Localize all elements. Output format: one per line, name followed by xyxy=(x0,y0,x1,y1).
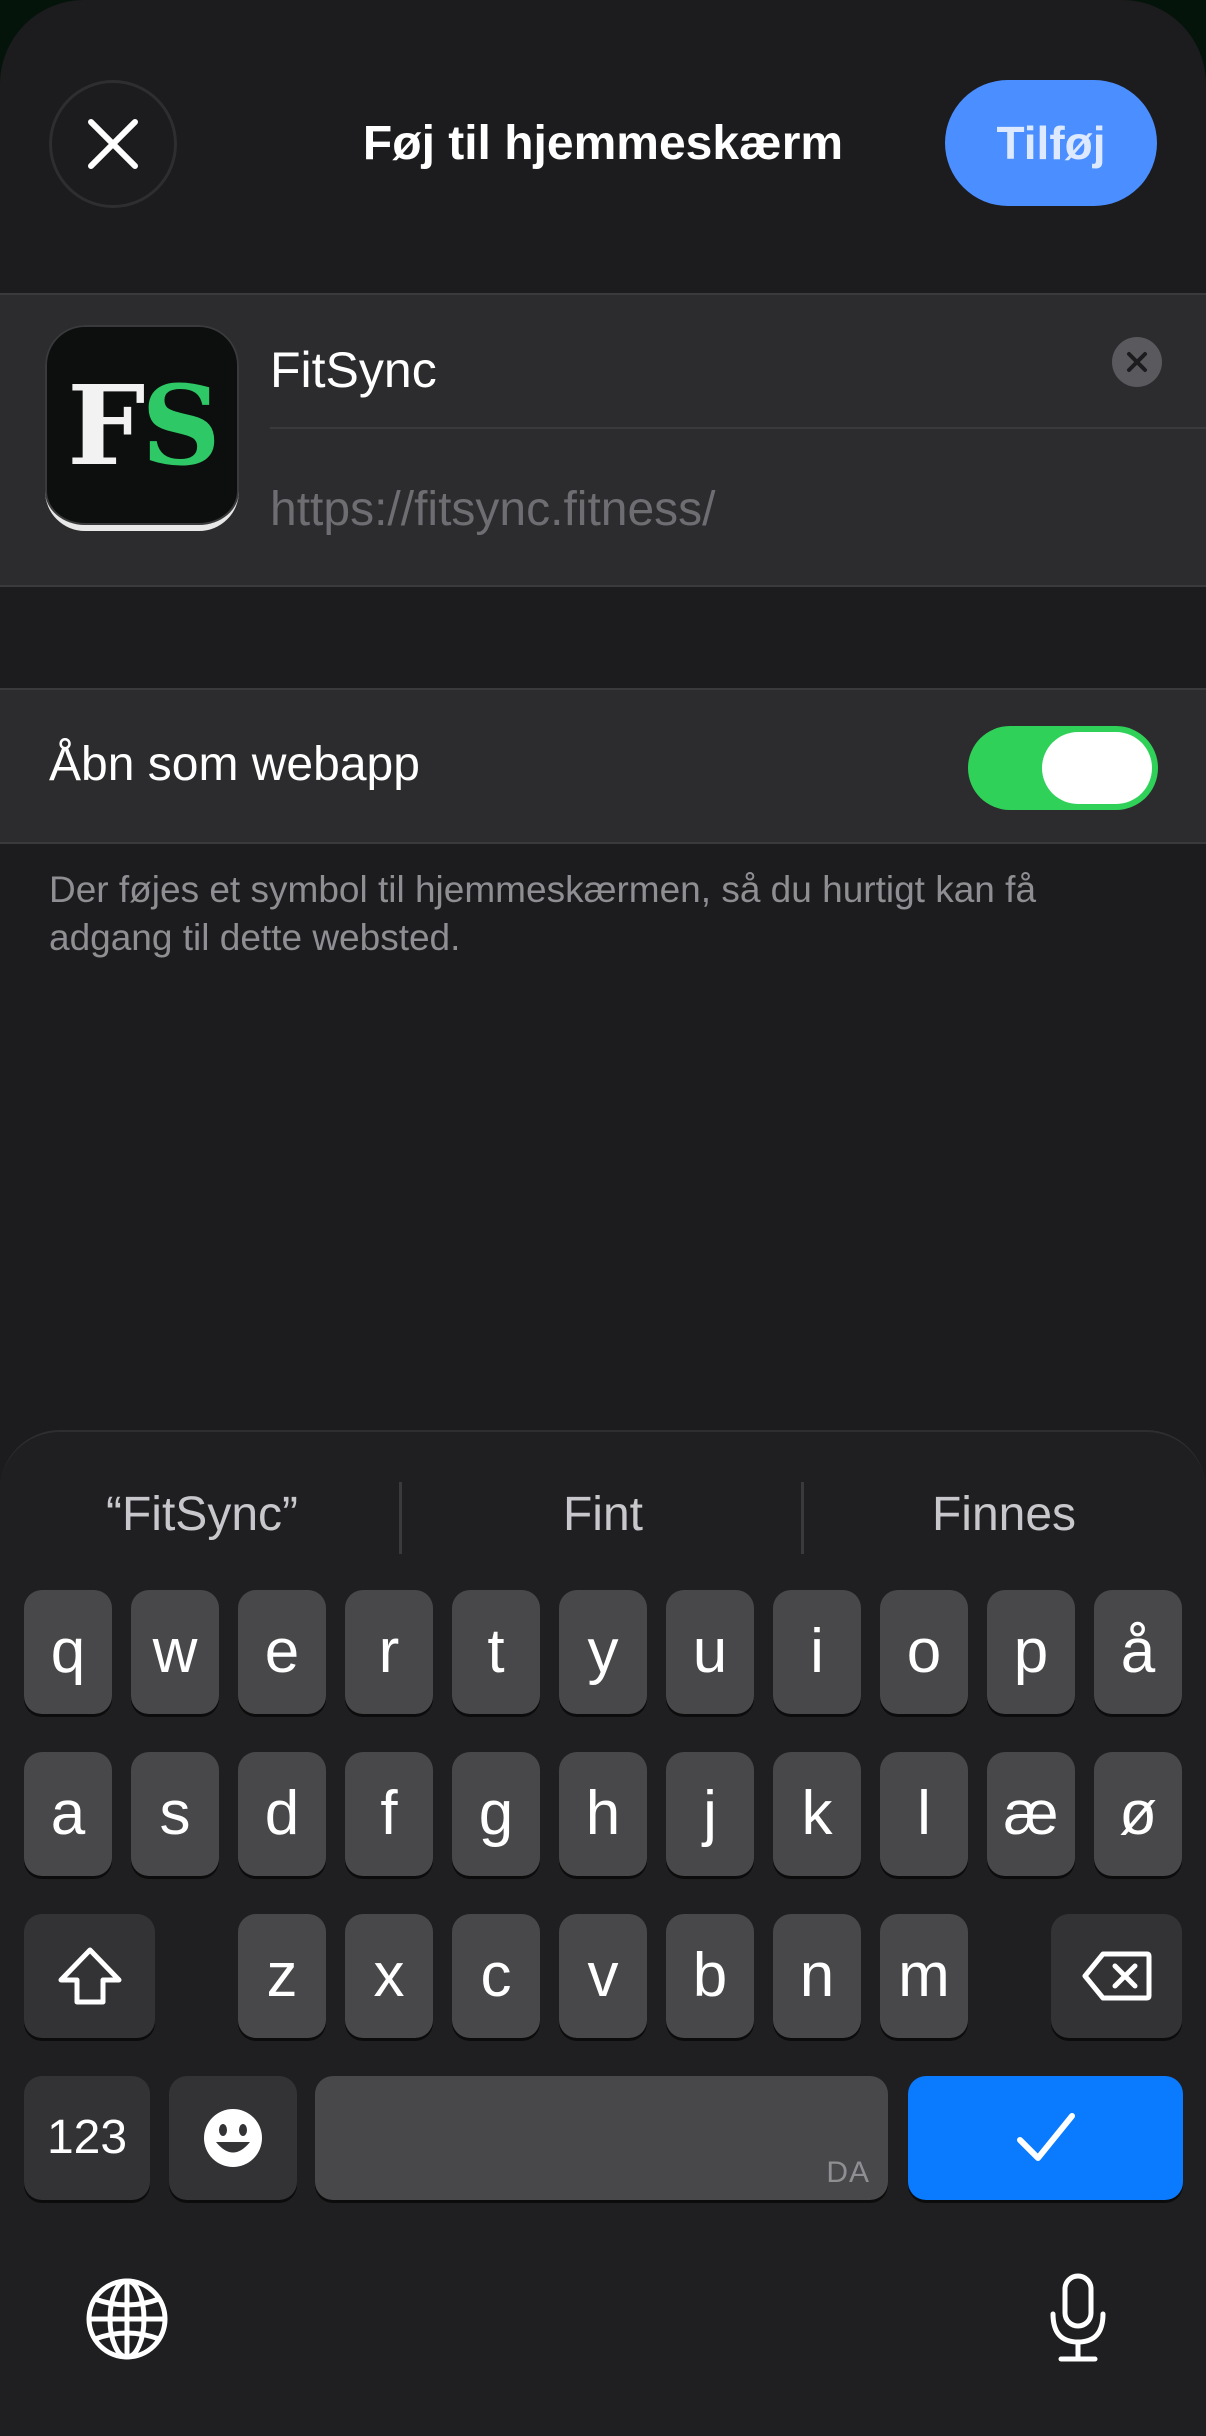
bookmark-details-card: FS FitSync https://fitsync.fitness/ xyxy=(0,293,1206,587)
key[interactable]: w xyxy=(131,1590,219,1714)
key[interactable]: c xyxy=(452,1914,540,2038)
done-key[interactable] xyxy=(908,2076,1183,2200)
key[interactable]: æ xyxy=(987,1752,1075,1876)
add-button[interactable]: Tilføj xyxy=(945,80,1157,206)
emoji-key[interactable] xyxy=(169,2076,297,2200)
key[interactable]: a xyxy=(24,1752,112,1876)
backspace-icon xyxy=(1082,1951,1151,2001)
key[interactable]: g xyxy=(452,1752,540,1876)
shift-key[interactable] xyxy=(24,1914,155,2038)
globe-button[interactable] xyxy=(82,2274,172,2364)
clear-icon xyxy=(1127,352,1147,372)
numbers-key[interactable]: 123 xyxy=(24,2076,150,2200)
suggestion-item[interactable]: Finnes xyxy=(804,1470,1204,1560)
toggle-knob xyxy=(1042,732,1152,804)
key[interactable]: m xyxy=(880,1914,968,2038)
key[interactable]: r xyxy=(345,1590,433,1714)
checkmark-icon xyxy=(1016,2113,1075,2161)
footnote-text: Der føjes et symbol til hjemmeskærmen, s… xyxy=(49,869,1037,958)
key[interactable]: k xyxy=(773,1752,861,1876)
suggestion-divider xyxy=(399,1482,402,1554)
app-icon-letter-s: S xyxy=(141,360,220,490)
suggestion-item[interactable]: Fint xyxy=(403,1470,803,1560)
clear-text-button[interactable] xyxy=(1112,337,1162,387)
key[interactable]: x xyxy=(345,1914,433,2038)
backspace-key[interactable] xyxy=(1051,1914,1182,2038)
webapp-toggle[interactable] xyxy=(968,726,1158,810)
app-icon: FS xyxy=(45,325,239,531)
url-text: https://fitsync.fitness/ xyxy=(270,483,716,536)
microphone-button[interactable] xyxy=(1032,2268,1124,2368)
key[interactable]: ø xyxy=(1094,1752,1182,1876)
key[interactable]: z xyxy=(238,1914,326,2038)
key[interactable]: l xyxy=(880,1752,968,1876)
key[interactable]: q xyxy=(24,1590,112,1714)
microphone-icon xyxy=(1050,2273,1106,2362)
key[interactable]: j xyxy=(666,1752,754,1876)
suggestion-item[interactable]: “FitSync” xyxy=(2,1470,402,1560)
space-bar[interactable]: DA xyxy=(315,2076,888,2200)
key[interactable]: y xyxy=(559,1590,647,1714)
globe-icon xyxy=(86,2278,168,2360)
key[interactable]: h xyxy=(559,1752,647,1876)
emoji-icon xyxy=(204,2109,262,2167)
key[interactable]: i xyxy=(773,1590,861,1714)
key[interactable]: o xyxy=(880,1590,968,1714)
suggestion-bar: “FitSync” Fint Finnes xyxy=(0,1470,1206,1560)
webapp-label: Åbn som webapp xyxy=(49,738,420,791)
key[interactable]: t xyxy=(452,1590,540,1714)
app-icon-letter-f: F xyxy=(67,360,145,490)
name-input[interactable]: FitSync xyxy=(270,335,437,405)
key[interactable]: b xyxy=(666,1914,754,2038)
key[interactable]: e xyxy=(238,1590,326,1714)
key[interactable]: n xyxy=(773,1914,861,2038)
shift-icon xyxy=(58,1947,121,2005)
key[interactable]: å xyxy=(1094,1590,1182,1714)
key[interactable]: u xyxy=(666,1590,754,1714)
keyboard: “FitSync” Fint Finnes q w e r t y u i o … xyxy=(0,1430,1206,2436)
card-divider xyxy=(270,427,1206,429)
key[interactable]: v xyxy=(559,1914,647,2038)
key[interactable]: p xyxy=(987,1590,1075,1714)
key[interactable]: d xyxy=(238,1752,326,1876)
key[interactable]: s xyxy=(131,1752,219,1876)
key[interactable]: f xyxy=(345,1752,433,1876)
webapp-row: Åbn som webapp xyxy=(0,688,1206,844)
space-language-label: DA xyxy=(826,2156,870,2189)
add-to-home-screen-sheet: Føj til hjemmeskærm Tilføj FS FitSync ht… xyxy=(0,0,1206,2436)
